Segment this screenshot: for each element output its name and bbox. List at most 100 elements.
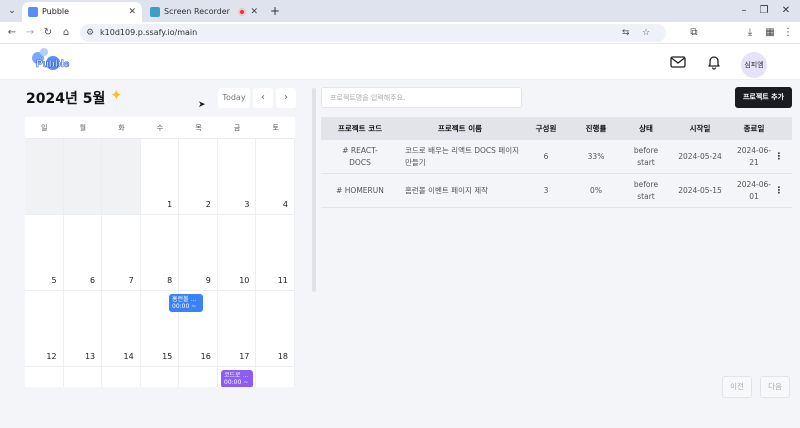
mouse-cursor-icon: ➤ bbox=[198, 100, 206, 110]
calendar-day-cell[interactable]: 3 bbox=[217, 139, 257, 215]
browser-menu-icon[interactable]: ⋮ bbox=[780, 25, 796, 41]
add-project-button[interactable]: 프로젝트 추가 bbox=[735, 87, 792, 108]
calendar-day-cell[interactable]: 9 bbox=[179, 215, 218, 291]
calendar-day-cell[interactable] bbox=[102, 139, 141, 215]
weekday-label: 월 bbox=[79, 124, 87, 132]
row-menu-icon[interactable]: ⋮ bbox=[773, 140, 785, 174]
logo-text: Pubble bbox=[36, 59, 70, 71]
table-row[interactable]: # REACT-DOCS 코드로 배우는 리액트 DOCS 페이지 만들기 6 … bbox=[321, 140, 792, 174]
project-search-input[interactable] bbox=[321, 87, 522, 108]
day-number: 2 bbox=[205, 200, 211, 209]
tab-search-icon[interactable]: ⌄ bbox=[4, 4, 20, 18]
project-name: 홈런볼 이벤트 페이지 제작 bbox=[405, 186, 489, 195]
calendar-day-cell[interactable]: 7 bbox=[102, 215, 141, 291]
mail-icon[interactable] bbox=[669, 53, 687, 71]
day-number: 14 bbox=[123, 352, 134, 361]
event-title: 홈런볼 ... bbox=[172, 296, 197, 303]
calendar-day-cell[interactable]: 5 bbox=[25, 215, 64, 291]
calendar-day-cell[interactable]: 17 bbox=[217, 291, 257, 367]
calendar-day-cell[interactable]: 6 bbox=[63, 215, 103, 291]
calendar-event[interactable]: 코드로 ... 00:00 ~ bbox=[221, 370, 253, 387]
calendar-day-cell[interactable]: 14 bbox=[102, 291, 141, 367]
weekday-label: 수 bbox=[156, 124, 164, 132]
calendar-day-cell[interactable]: 11 bbox=[256, 215, 295, 291]
profile-icon[interactable]: ▦ bbox=[762, 25, 778, 41]
day-number: 7 bbox=[128, 276, 134, 285]
home-icon[interactable]: ⌂ bbox=[58, 25, 74, 41]
calendar-day-cell[interactable] bbox=[25, 139, 64, 215]
calendar-day-cell[interactable]: 12 bbox=[25, 291, 64, 367]
browser-toolbar: ← → ↻ ⌂ ⚙ k10d109.p.ssafy.io/main ⇆ ☆ ⧉ … bbox=[0, 22, 800, 44]
bookmark-star-icon[interactable]: ☆ bbox=[642, 24, 650, 42]
maximize-icon[interactable]: ❐ bbox=[754, 2, 774, 20]
back-icon[interactable]: ← bbox=[4, 25, 20, 41]
project-code: # REACT-DOCS bbox=[342, 146, 378, 167]
weekday-label: 토 bbox=[272, 124, 279, 132]
url-text: k10d109.p.ssafy.io/main bbox=[100, 28, 198, 37]
forward-icon[interactable]: → bbox=[22, 25, 38, 41]
prev-month-button[interactable]: ‹ bbox=[253, 88, 273, 108]
pubble-favicon-icon bbox=[28, 7, 38, 17]
next-page-button[interactable]: 다음 bbox=[760, 376, 790, 398]
user-avatar[interactable]: 심피엠 bbox=[741, 52, 767, 78]
column-header: 프로젝트 이름 bbox=[437, 124, 482, 133]
project-members: 6 bbox=[543, 152, 549, 161]
calendar-day-cell[interactable]: 8 bbox=[140, 215, 180, 291]
weekday-label: 금 bbox=[233, 124, 241, 132]
calendar-day-cell[interactable]: 2 bbox=[179, 139, 218, 215]
site-info-icon[interactable]: ⚙ bbox=[86, 24, 94, 42]
column-header: 진행률 bbox=[585, 124, 607, 133]
app-header: Pubble 심피엠 bbox=[0, 44, 800, 80]
day-number: 8 bbox=[167, 276, 173, 285]
tab-close-icon[interactable]: ✕ bbox=[250, 2, 258, 22]
day-number: 3 bbox=[244, 200, 250, 209]
project-progress: 0% bbox=[590, 186, 602, 195]
reload-icon[interactable]: ↻ bbox=[40, 25, 56, 41]
browser-tab-bar: ⌄ Pubble ✕ Screen Recorder for Google ✕ … bbox=[0, 0, 800, 22]
screen-recorder-favicon-icon bbox=[150, 7, 160, 17]
calendar-event[interactable]: 홈런볼 ... 00:00 ~ bbox=[169, 294, 203, 312]
table-row[interactable]: # HOMERUN 홈런볼 이벤트 페이지 제작 3 0% before sta… bbox=[321, 174, 792, 208]
column-header: 구성원 bbox=[535, 124, 557, 133]
row-menu-icon[interactable]: ⋮ bbox=[773, 174, 785, 208]
project-progress: 33% bbox=[587, 152, 605, 161]
calendar-day-cell[interactable]: 4 bbox=[256, 139, 295, 215]
day-number: 5 bbox=[51, 276, 57, 285]
new-tab-icon[interactable]: + bbox=[270, 2, 280, 20]
event-time: 00:00 ~ bbox=[224, 379, 249, 386]
calendar-day-cell[interactable]: 18 bbox=[256, 291, 295, 367]
tab-title: Screen Recorder for Google bbox=[164, 7, 232, 16]
translate-icon[interactable]: ⇆ bbox=[622, 24, 630, 42]
tab-close-icon[interactable]: ✕ bbox=[128, 2, 136, 22]
minimize-icon[interactable]: – bbox=[734, 2, 754, 20]
calendar-day-cell[interactable] bbox=[102, 367, 141, 387]
pubble-logo[interactable]: Pubble bbox=[30, 48, 80, 76]
calendar-day-cell[interactable] bbox=[256, 367, 295, 387]
download-icon[interactable]: ⤓ bbox=[742, 25, 758, 41]
project-start-date: 2024-05-24 bbox=[678, 152, 722, 161]
calendar-day-cell[interactable] bbox=[25, 367, 64, 387]
bell-icon[interactable] bbox=[705, 53, 723, 71]
today-button[interactable]: Today bbox=[218, 88, 250, 108]
calendar-day-cell[interactable]: 13 bbox=[63, 291, 103, 367]
tab-pubble[interactable]: Pubble ✕ bbox=[22, 2, 142, 22]
project-code: # HOMERUN bbox=[336, 186, 384, 195]
prev-page-button[interactable]: 이전 bbox=[722, 376, 752, 398]
column-header: 종료일 bbox=[743, 124, 765, 133]
calendar-day-cell[interactable] bbox=[179, 367, 218, 387]
extensions-icon[interactable]: ⧉ bbox=[686, 25, 702, 41]
calendar-day-cell[interactable] bbox=[63, 139, 103, 215]
calendar-day-cell[interactable] bbox=[141, 367, 180, 387]
calendar-grid: 일 월 화 수 목 금 토 1 2 3 4 5 6 7 8 9 10 11 12 13 14 15 16 17 1… bbox=[25, 117, 295, 387]
calendar-day-cell[interactable] bbox=[64, 367, 103, 387]
day-number: 1 bbox=[167, 200, 173, 209]
calendar-day-cell[interactable]: 1 bbox=[140, 139, 180, 215]
panel-divider[interactable] bbox=[312, 88, 316, 292]
weekday-label: 일 bbox=[41, 124, 48, 132]
address-bar[interactable]: ⚙ k10d109.p.ssafy.io/main ⇆ ☆ bbox=[80, 24, 666, 42]
calendar-day-cell[interactable]: 10 bbox=[217, 215, 257, 291]
next-month-button[interactable]: › bbox=[276, 88, 296, 108]
day-number: 12 bbox=[46, 352, 57, 361]
window-close-icon[interactable]: ✕ bbox=[776, 2, 796, 20]
tab-screen-recorder[interactable]: Screen Recorder for Google ✕ bbox=[144, 2, 264, 22]
